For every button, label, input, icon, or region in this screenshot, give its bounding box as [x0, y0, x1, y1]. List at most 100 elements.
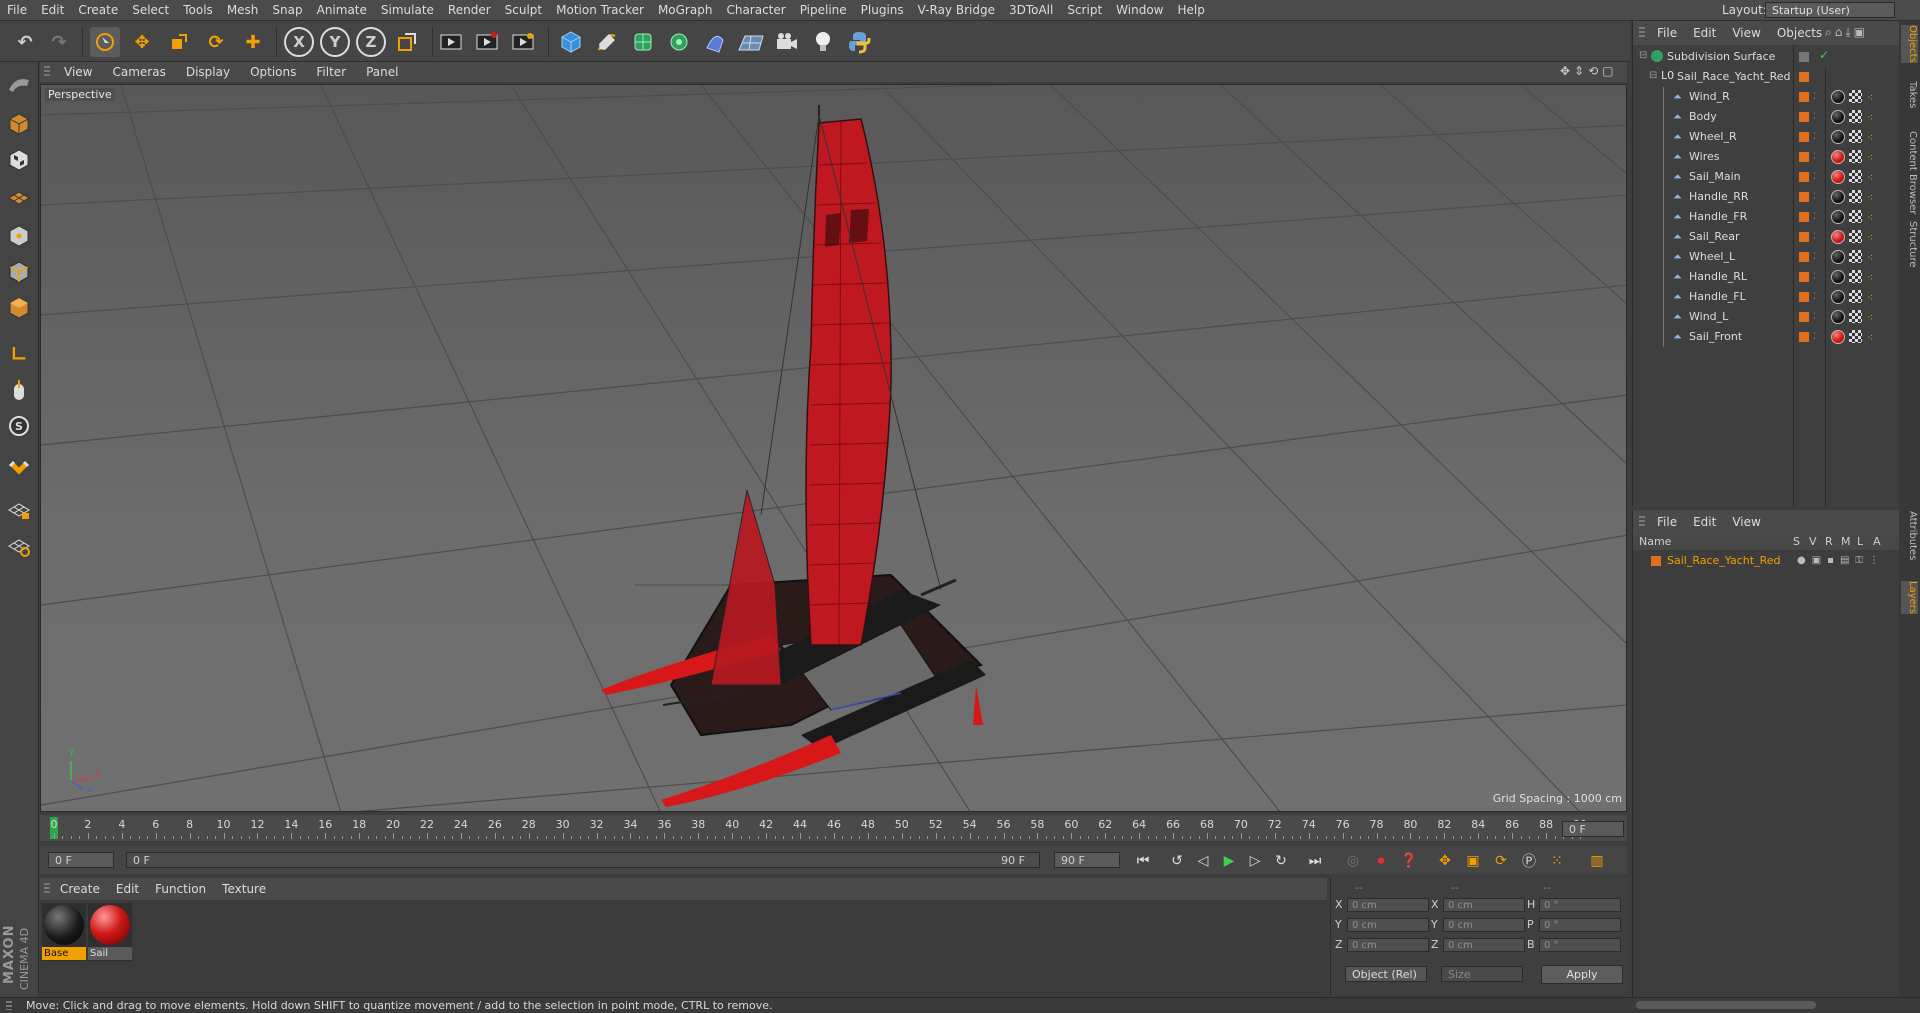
render-settings-icon[interactable] [508, 27, 538, 57]
object-row[interactable]: ⏶ Wheel_L ⁚ ⁖ [1633, 247, 1899, 267]
layer-menu-edit[interactable]: Edit [1685, 515, 1724, 529]
side-tab-takes[interactable]: Takes [1901, 81, 1918, 108]
object-row[interactable]: ⏶ Wind_L ⁚ ⁖ [1633, 307, 1899, 327]
cloner-icon[interactable] [664, 27, 694, 57]
start-frame-field[interactable]: 0 F [48, 852, 114, 868]
coord-value-field[interactable]: 0 cm [1443, 918, 1525, 932]
selection-tag-icon[interactable]: ⁖ [1867, 148, 1873, 168]
menu-3dtoall[interactable]: 3DToAll [1002, 0, 1060, 20]
material-menu-texture[interactable]: Texture [214, 882, 274, 896]
visibility-dots-icon[interactable]: ⁚ [1813, 187, 1816, 207]
coordinate-mode-select[interactable]: Object (Rel) [1345, 966, 1427, 982]
material-tag-icon[interactable] [1831, 130, 1845, 144]
material-tag-icon[interactable] [1831, 190, 1845, 204]
layer-col-l[interactable]: L [1857, 534, 1863, 550]
undo-icon[interactable]: ↶ [10, 27, 40, 57]
texture-tag-icon[interactable] [1849, 210, 1862, 223]
selection-tag-icon[interactable]: ⁖ [1867, 228, 1873, 248]
visibility-dots-icon[interactable]: ⁚ [1813, 327, 1816, 347]
layer-col-m[interactable]: M [1841, 534, 1851, 550]
texture-tag-icon[interactable] [1849, 90, 1862, 103]
layer-menu-file[interactable]: File [1649, 515, 1685, 529]
visibility-dots-icon[interactable]: ⁚ [1813, 107, 1816, 127]
play-icon[interactable]: ▶ [1218, 850, 1240, 872]
object-row[interactable]: ⏶ Handle_RL ⁚ ⁖ [1633, 267, 1899, 287]
texture-mode-icon[interactable] [5, 146, 33, 174]
key-position-icon[interactable]: ✥ [1434, 850, 1456, 872]
points-mode-icon[interactable] [5, 222, 33, 250]
key-parameter-icon[interactable]: Ⓟ [1518, 850, 1540, 872]
coord-value-field[interactable]: 0 cm [1443, 898, 1525, 912]
menu-render[interactable]: Render [441, 0, 498, 20]
texture-tag-icon[interactable] [1849, 330, 1862, 343]
coord-value-field[interactable]: 0 cm [1347, 898, 1429, 912]
texture-tag-icon[interactable] [1849, 270, 1862, 283]
menu-tools[interactable]: Tools [176, 0, 220, 20]
object-row-subdivision-surface[interactable]: ⊟ Subdivision Surface ✓ [1633, 47, 1899, 67]
coordinate-size-select[interactable]: Size [1441, 966, 1523, 982]
object-menu-view[interactable]: View [1724, 26, 1768, 40]
layer-flag-icons[interactable]: ●▣▪▤⚿⋮ [1797, 552, 1885, 570]
object-row[interactable]: ⏶ Handle_FL ⁚ ⁖ [1633, 287, 1899, 307]
visibility-dots-icon[interactable]: ⁚ [1813, 87, 1816, 107]
go-to-end-icon[interactable]: ⏭ [1304, 850, 1326, 872]
timeline-window-icon[interactable]: ▥ [1586, 850, 1608, 872]
object-menu-objects[interactable]: Objects [1769, 26, 1830, 40]
menu-v-ray-bridge[interactable]: V-Ray Bridge [911, 0, 1002, 20]
menu-pipeline[interactable]: Pipeline [793, 0, 854, 20]
record-keys-disabled-icon[interactable]: ◎ [1342, 850, 1364, 872]
menu-script[interactable]: Script [1060, 0, 1109, 20]
key-scale-icon[interactable]: ▣ [1462, 850, 1484, 872]
render-view-icon[interactable] [436, 27, 466, 57]
render-picture-viewer-icon[interactable] [472, 27, 502, 57]
workplane-mode-icon[interactable] [5, 182, 33, 210]
selection-tag-icon[interactable]: ⁖ [1867, 268, 1873, 288]
menu-window[interactable]: Window [1109, 0, 1170, 20]
selection-tag-icon[interactable]: ⁖ [1867, 248, 1873, 268]
side-tab-layers[interactable]: Layers [1901, 581, 1918, 615]
material-tag-icon[interactable] [1831, 170, 1845, 184]
snap-icon[interactable]: S [5, 412, 33, 440]
menu-file[interactable]: File [0, 0, 34, 20]
layer-col-v[interactable]: V [1809, 534, 1817, 550]
material-tag-icon[interactable] [1831, 270, 1845, 284]
go-to-start-icon[interactable]: ⏮ [1132, 850, 1154, 872]
key-rotation-icon[interactable]: ⟳ [1490, 850, 1512, 872]
lock-workplane-icon[interactable] [5, 496, 33, 524]
viewport-menu-filter[interactable]: Filter [306, 65, 356, 79]
object-row[interactable]: ⏶ Wires ⁚ ⁖ [1633, 147, 1899, 167]
texture-tag-icon[interactable] [1849, 230, 1862, 243]
texture-tag-icon[interactable] [1849, 170, 1862, 183]
y-axis-lock-icon[interactable]: Y [320, 27, 350, 57]
menu-motion-tracker[interactable]: Motion Tracker [549, 0, 651, 20]
apply-button[interactable]: Apply [1541, 965, 1623, 984]
menu-plugins[interactable]: Plugins [854, 0, 911, 20]
side-tab-content-browser[interactable]: Content Browser [1901, 131, 1918, 214]
previous-key-icon[interactable]: ↺ [1166, 850, 1188, 872]
menu-help[interactable]: Help [1170, 0, 1211, 20]
layer-col-s[interactable]: S [1793, 534, 1800, 550]
move-tool-icon[interactable]: ✥ [127, 27, 157, 57]
selection-tag-icon[interactable]: ⁖ [1867, 88, 1873, 108]
coord-value-field[interactable]: 0 cm [1443, 938, 1525, 952]
timeline-ruler[interactable]: 0 2 4 6 8 10 12 14 16 18 20 22 24 26 28 30 32 34 36 38 40 42 4… [40, 815, 1627, 841]
deformer-icon[interactable] [700, 27, 730, 57]
floor-icon[interactable] [736, 27, 766, 57]
menu-snap[interactable]: Snap [265, 0, 309, 20]
redo-icon[interactable]: ↷ [44, 27, 74, 57]
visibility-dots-icon[interactable]: ⁚ [1813, 147, 1816, 167]
viewport-menu-panel[interactable]: Panel [356, 65, 408, 79]
object-row[interactable]: ⏶ Body ⁚ ⁖ [1633, 107, 1899, 127]
enabled-check-icon[interactable]: ✓ [1819, 48, 1829, 62]
material-sail[interactable]: Sail [88, 903, 132, 961]
visibility-dots-icon[interactable]: ⁚ [1813, 247, 1816, 267]
x-axis-lock-icon[interactable]: X [284, 27, 314, 57]
object-row[interactable]: ⏶ Sail_Front ⁚ ⁖ [1633, 327, 1899, 347]
next-key-icon[interactable]: ↻ [1270, 850, 1292, 872]
material-tag-icon[interactable] [1831, 210, 1845, 224]
viewport-menu-options[interactable]: Options [240, 65, 306, 79]
object-row[interactable]: ⏶ Wheel_R ⁚ ⁖ [1633, 127, 1899, 147]
polygons-mode-icon[interactable] [5, 294, 33, 322]
material-tag-icon[interactable] [1831, 90, 1845, 104]
model-mode-icon[interactable] [5, 110, 33, 138]
